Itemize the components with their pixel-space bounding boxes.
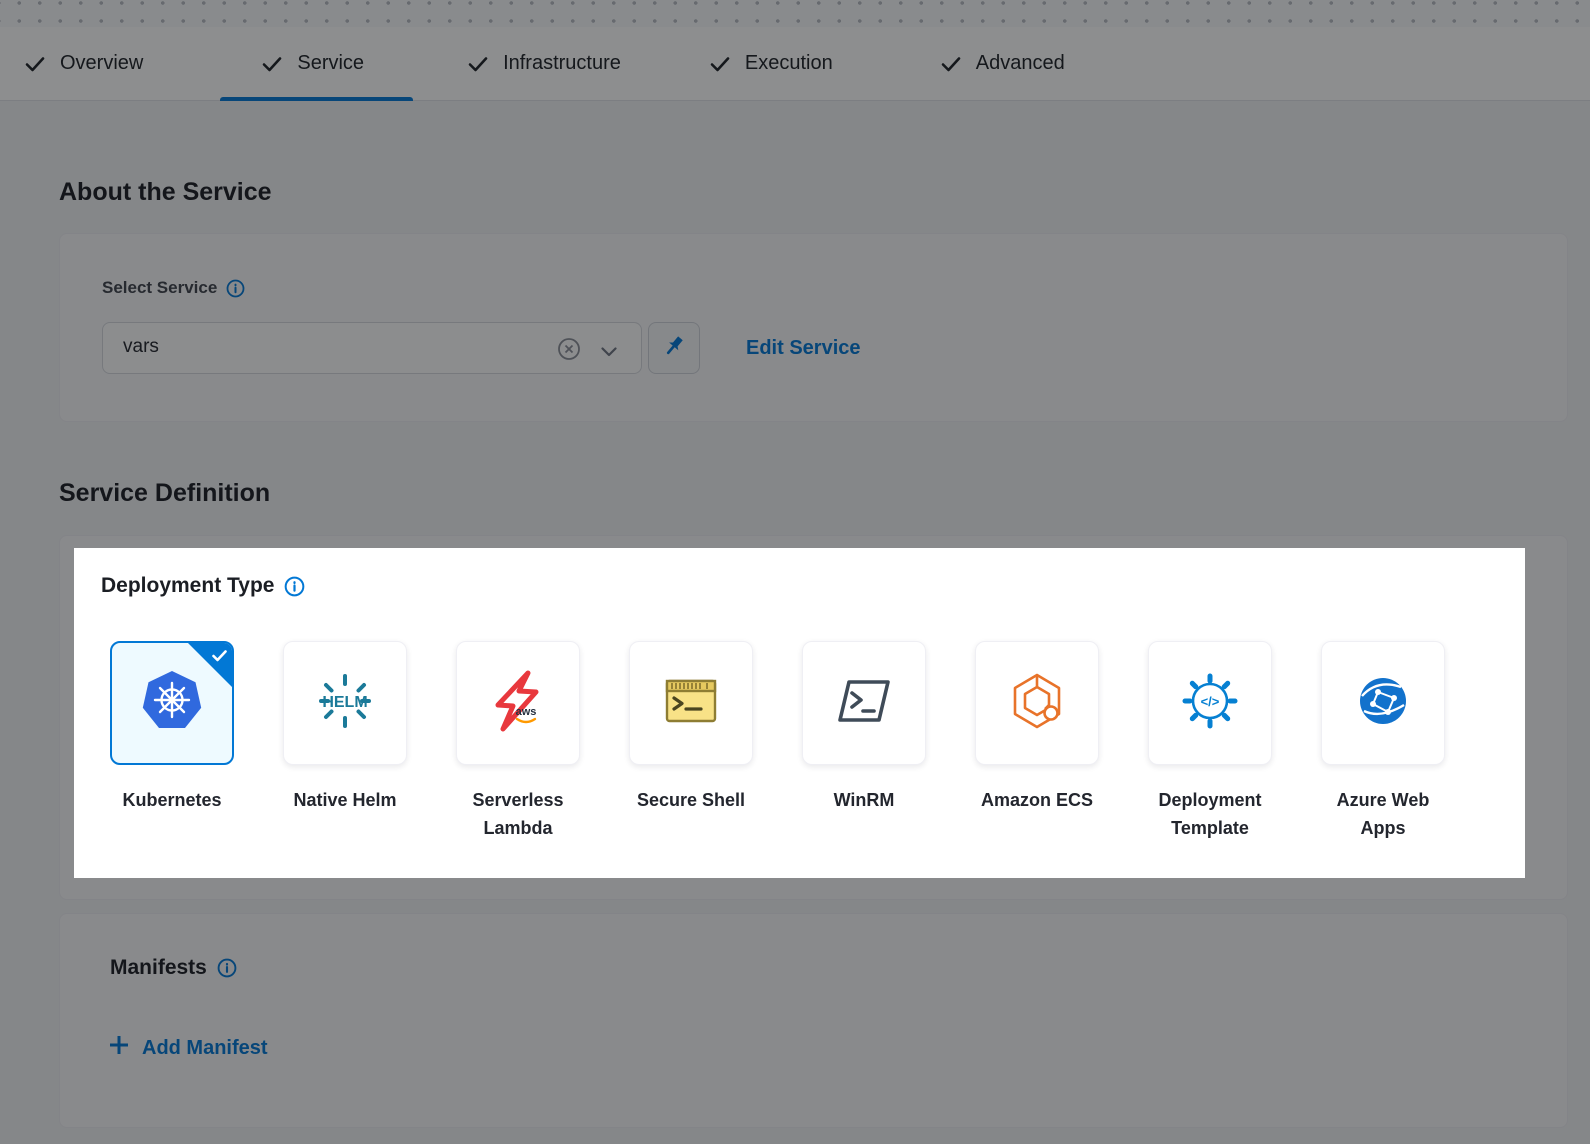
pipeline-canvas-dot-grid	[0, 0, 1590, 28]
deployment-type-tiles: Kubernetes HELM	[110, 641, 1445, 842]
tab-label: Infrastructure	[503, 52, 621, 75]
svg-text:aws: aws	[516, 706, 537, 718]
service-definition-heading: Service Definition	[59, 479, 270, 508]
tile-label: Serverless Lambda	[451, 786, 585, 842]
deployment-type-kubernetes: Kubernetes	[110, 641, 234, 842]
check-icon	[23, 52, 47, 76]
pin-icon	[661, 333, 687, 364]
manifests-card: Manifests Add Manifest	[59, 913, 1568, 1128]
deployment-type-winrm: WinRM	[802, 641, 926, 842]
clear-icon[interactable]	[557, 337, 581, 366]
tile-label: Native Helm	[278, 786, 412, 814]
about-service-card: Select Service vars Edit Service	[59, 233, 1568, 422]
deployment-type-native-helm: HELM Native Helm	[283, 641, 407, 842]
deployment-type-amazon-ecs: Amazon ECS	[975, 641, 1099, 842]
info-icon[interactable]	[226, 279, 245, 298]
add-manifest-label: Add Manifest	[142, 1037, 268, 1060]
service-select-input[interactable]: vars	[102, 322, 642, 374]
check-icon	[260, 52, 284, 76]
chevron-down-icon[interactable]	[601, 344, 617, 362]
secure-shell-icon	[659, 669, 723, 738]
tile-label: Amazon ECS	[970, 786, 1104, 814]
serverless-lambda-tile[interactable]: aws	[456, 641, 580, 765]
deployment-type-label: Deployment Type	[101, 574, 274, 598]
select-service-label: Select Service	[102, 278, 217, 298]
plus-icon	[108, 1034, 130, 1062]
service-select-value: vars	[123, 336, 159, 358]
tile-label: Deployment Template	[1143, 786, 1277, 842]
deployment-template-icon: </>	[1178, 669, 1242, 738]
kubernetes-tile[interactable]	[110, 641, 234, 765]
pin-service-button[interactable]	[648, 322, 700, 374]
tab-service[interactable]: Service	[260, 27, 364, 100]
tab-execution[interactable]: Execution	[708, 27, 833, 100]
manifests-heading: Manifests	[110, 956, 207, 980]
tab-advanced[interactable]: Advanced	[939, 27, 1065, 100]
amazon-ecs-icon	[1005, 669, 1069, 738]
serverless-lambda-icon: aws	[486, 669, 550, 738]
about-service-heading: About the Service	[59, 178, 272, 207]
tile-label: Azure Web Apps	[1316, 786, 1450, 842]
deployment-type-azure-web-apps: Azure Web Apps	[1321, 641, 1445, 842]
helm-icon: HELM	[313, 669, 377, 738]
tile-label: Kubernetes	[105, 786, 239, 814]
info-icon[interactable]	[284, 576, 305, 597]
deployment-type-spotlight: Deployment Type	[74, 548, 1525, 878]
stage-tabbar: Overview Service Infrastructure Executio…	[0, 27, 1590, 101]
add-manifest-button[interactable]: Add Manifest	[108, 1034, 268, 1062]
info-icon[interactable]	[217, 958, 237, 978]
azure-web-apps-tile[interactable]	[1321, 641, 1445, 765]
deployment-type-secure-shell: Secure Shell	[629, 641, 753, 842]
tab-overview[interactable]: Overview	[23, 27, 143, 100]
tab-label: Overview	[60, 52, 143, 75]
native-helm-tile[interactable]: HELM	[283, 641, 407, 765]
winrm-tile[interactable]	[802, 641, 926, 765]
tile-label: WinRM	[797, 786, 931, 814]
deployment-type-serverless-lambda: aws Serverless Lambda	[456, 641, 580, 842]
svg-text:HELM: HELM	[322, 694, 367, 711]
tab-label: Advanced	[976, 52, 1065, 75]
tab-infrastructure[interactable]: Infrastructure	[466, 27, 621, 100]
tab-label: Service	[297, 52, 364, 75]
amazon-ecs-tile[interactable]	[975, 641, 1099, 765]
selected-check-icon	[212, 649, 227, 667]
svg-text:</>: </>	[1201, 694, 1220, 709]
service-config-page: Overview Service Infrastructure Executio…	[0, 0, 1590, 1144]
secure-shell-tile[interactable]	[629, 641, 753, 765]
azure-web-apps-icon	[1351, 669, 1415, 738]
deployment-type-deployment-template: </> Deployment Template	[1148, 641, 1272, 842]
active-tab-underline	[220, 97, 413, 101]
tile-label: Secure Shell	[624, 786, 758, 814]
check-icon	[708, 52, 732, 76]
edit-service-link[interactable]: Edit Service	[746, 337, 861, 360]
check-icon	[939, 52, 963, 76]
winrm-icon	[832, 669, 896, 738]
tab-label: Execution	[745, 52, 833, 75]
deployment-template-tile[interactable]: </>	[1148, 641, 1272, 765]
check-icon	[466, 52, 490, 76]
